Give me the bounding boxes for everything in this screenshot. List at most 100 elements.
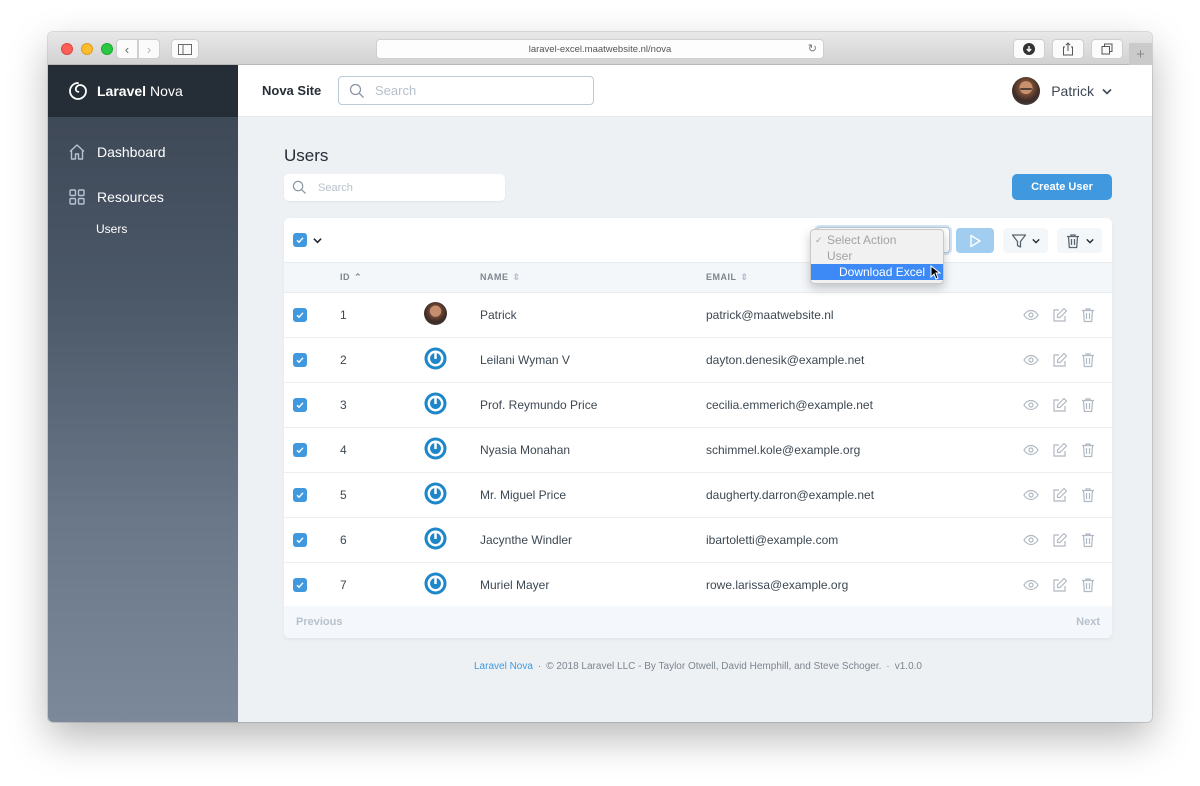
edit-icon[interactable] [1052,442,1068,458]
brand-name-bold: Laravel [97,83,147,99]
resource-table-card: Select Action User Download Excel [284,218,1112,638]
view-icon[interactable] [1023,577,1039,593]
view-icon[interactable] [1023,352,1039,368]
site-name[interactable]: Nova Site [262,83,321,98]
next-page-button[interactable]: Next [1076,616,1100,628]
cell-name: Prof. Reymundo Price [480,398,598,412]
row-checkbox[interactable] [293,578,307,592]
delete-icon[interactable] [1080,307,1096,323]
delete-icon[interactable] [1080,487,1096,503]
run-action-button[interactable] [956,228,994,253]
action-dropdown-menu: Select Action User Download Excel [810,229,944,284]
check-icon [296,447,304,454]
share-icon [1063,42,1073,56]
chevron-down-icon [1086,238,1094,244]
edit-icon[interactable] [1052,532,1068,548]
delete-icon[interactable] [1080,352,1096,368]
column-header-name[interactable]: NAME ⇕ [480,263,706,293]
cell-id: 3 [340,398,347,412]
check-icon [296,357,304,364]
footer-separator: · [886,661,890,672]
footer-copyright: © 2018 Laravel LLC - By Taylor Otwell, D… [546,661,882,672]
cell-id: 2 [340,353,347,367]
edit-icon[interactable] [1052,577,1068,593]
global-search-input[interactable] [375,83,575,98]
select-all-control[interactable] [293,233,322,247]
brand-logo[interactable]: Laravel Nova [48,65,238,117]
row-checkbox[interactable] [293,488,307,502]
gravatar-avatar-icon [424,392,447,415]
view-icon[interactable] [1023,307,1039,323]
edit-icon[interactable] [1052,397,1068,413]
row-checkbox[interactable] [293,533,307,547]
row-checkbox[interactable] [293,353,307,367]
global-search[interactable] [338,76,594,105]
view-icon[interactable] [1023,442,1039,458]
edit-icon[interactable] [1052,307,1068,323]
page-title: Users [284,146,329,165]
delete-icon[interactable] [1080,532,1096,548]
minimize-window-button[interactable] [81,43,93,55]
delete-icon[interactable] [1080,577,1096,593]
show-tabs-button[interactable] [1091,39,1123,59]
create-user-button[interactable]: Create User [1012,174,1112,200]
previous-page-button[interactable]: Previous [296,616,342,628]
chevron-down-icon [313,237,322,243]
chevron-left-icon: ‹ [124,41,130,57]
select-all-checkbox[interactable] [293,233,307,247]
cell-name: Jacynthe Windler [480,533,573,547]
action-option-select-action[interactable]: Select Action [811,232,943,248]
table-row[interactable]: 5 Mr. Miguel Price daugherty.darron@exam… [284,473,1112,518]
table-row[interactable]: 6 Jacynthe Windler ibartoletti@example.c… [284,518,1112,563]
share-button[interactable] [1052,39,1084,59]
address-bar[interactable]: laravel-excel.maatwebsite.nl/nova ↻ [376,39,824,59]
filter-icon [1011,233,1027,248]
back-button[interactable]: ‹ [116,39,138,59]
sidebar-item-dashboard[interactable]: Dashboard [48,141,238,163]
column-header-id[interactable]: ID ⌃ [340,263,424,293]
cell-email: dayton.denesik@example.net [706,353,865,367]
close-window-button[interactable] [61,43,73,55]
trash-icon [1067,233,1079,248]
edit-icon[interactable] [1052,352,1068,368]
view-icon[interactable] [1023,532,1039,548]
table-row[interactable]: 4 Nyasia Monahan schimmel.kole@example.o… [284,428,1112,473]
new-tab-button[interactable]: + [1129,43,1152,65]
gravatar-avatar-icon [424,527,447,550]
table-row[interactable]: 7 Muriel Mayer rowe.larissa@example.org [284,563,1112,608]
chevron-right-icon: › [146,41,152,57]
sidebar-item-resources[interactable]: Resources [48,186,238,208]
sidebar-toggle-button[interactable] [171,39,199,59]
table-row[interactable]: 3 Prof. Reymundo Price cecilia.emmerich@… [284,383,1112,428]
forward-button[interactable]: › [138,39,160,59]
row-checkbox[interactable] [293,443,307,457]
gravatar-avatar-icon [424,437,447,460]
delete-icon[interactable] [1080,397,1096,413]
delete-menu-button[interactable] [1057,228,1102,253]
table-row[interactable]: 1 Patrick patrick@maatwebsite.nl [284,293,1112,338]
edit-icon[interactable] [1052,487,1068,503]
cell-id: 5 [340,488,347,502]
resource-search-input[interactable] [318,181,488,194]
filter-button[interactable] [1003,228,1048,253]
gravatar-avatar-icon [424,347,447,370]
table-row[interactable]: 2 Leilani Wyman V dayton.denesik@example… [284,338,1112,383]
row-checkbox[interactable] [293,308,307,322]
reload-icon[interactable]: ↻ [808,42,817,55]
zoom-window-button[interactable] [101,43,113,55]
browser-titlebar: ‹ › laravel-excel.maatwebsite.nl/nova ↻ … [48,32,1152,65]
download-icon [1023,43,1035,55]
sort-icon: ⇕ [512,272,521,282]
user-menu[interactable]: Patrick [1012,77,1112,105]
downloads-button[interactable] [1013,39,1045,59]
row-checkbox[interactable] [293,398,307,412]
resource-search[interactable] [284,174,505,201]
cell-name: Patrick [480,308,517,322]
view-icon[interactable] [1023,487,1039,503]
nova-app: Laravel Nova Dashboard Resources Users N… [48,65,1152,722]
action-option-download-excel[interactable]: Download Excel [811,264,943,280]
sidebar-item-users[interactable]: Users [48,222,238,236]
view-icon[interactable] [1023,397,1039,413]
footer-nova-link[interactable]: Laravel Nova [474,661,533,672]
delete-icon[interactable] [1080,442,1096,458]
